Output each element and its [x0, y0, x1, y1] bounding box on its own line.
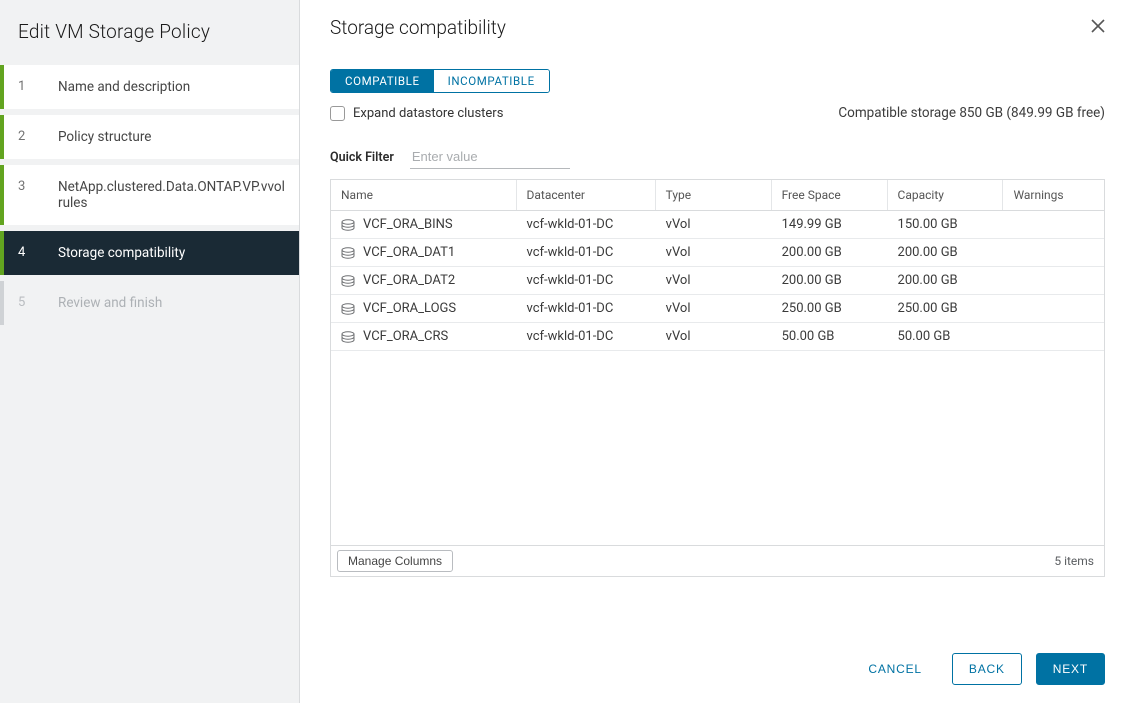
datastore-name: VCF_ORA_DAT2 — [363, 273, 455, 288]
col-free-space[interactable]: Free Space — [772, 180, 888, 210]
wizard-step-policy-structure[interactable]: 2 Policy structure — [0, 115, 299, 159]
cell-free-space: 200.00 GB — [772, 239, 888, 266]
step-number: 2 — [18, 129, 25, 144]
step-label: Policy structure — [38, 129, 281, 145]
step-label: Review and finish — [38, 295, 281, 311]
wizard-title: Edit VM Storage Policy — [0, 18, 299, 65]
col-type[interactable]: Type — [656, 180, 772, 210]
datastore-icon — [341, 275, 355, 287]
checkbox-icon[interactable] — [330, 106, 345, 121]
step-label: Storage compatibility — [38, 245, 281, 261]
grid-body[interactable]: VCF_ORA_BINSvcf-wkld-01-DCvVol149.99 GB1… — [331, 211, 1104, 545]
step-number: 3 — [18, 179, 25, 194]
table-row[interactable]: VCF_ORA_CRSvcf-wkld-01-DCvVol50.00 GB50.… — [331, 323, 1104, 351]
cell-warnings — [1003, 275, 1103, 287]
cell-type: vVol — [656, 239, 772, 266]
cell-name: VCF_ORA_BINS — [331, 211, 517, 238]
step-number: 4 — [18, 245, 25, 260]
cell-name: VCF_ORA_DAT1 — [331, 239, 517, 266]
datastore-name: VCF_ORA_DAT1 — [363, 245, 455, 260]
grid-header: Name Datacenter Type Free Space Capacity… — [331, 180, 1104, 211]
datastore-icon — [341, 331, 355, 343]
cell-free-space: 50.00 GB — [772, 323, 888, 350]
compatibility-tab-group: COMPATIBLE INCOMPATIBLE — [330, 69, 550, 93]
datastore-icon — [341, 247, 355, 259]
table-row[interactable]: VCF_ORA_BINS vcf-wkld-01-DCvVol149.99 GB1… — [331, 211, 1104, 239]
cell-free-space: 149.99 GB — [772, 211, 888, 238]
next-button[interactable]: NEXT — [1036, 653, 1105, 685]
step-number: 1 — [18, 79, 25, 94]
quick-filter-row: Quick Filter — [330, 145, 1105, 169]
step-number: 5 — [18, 295, 25, 310]
cell-warnings — [1003, 219, 1103, 231]
datastore-name: VCF_ORA_BINS — [363, 217, 453, 232]
expand-clusters-checkbox-wrap[interactable]: Expand datastore clusters — [330, 106, 503, 121]
quick-filter-label: Quick Filter — [330, 150, 394, 165]
wizard-main: Storage compatibility COMPATIBLE INCOMPA… — [300, 0, 1135, 703]
datastore-grid: Name Datacenter Type Free Space Capacity… — [330, 179, 1105, 577]
cell-type: vVol — [656, 295, 772, 322]
datastore-icon — [341, 303, 355, 315]
col-capacity[interactable]: Capacity — [888, 180, 1004, 210]
cell-name: VCF_ORA_LOGS — [331, 295, 517, 322]
cell-capacity: 250.00 GB — [888, 295, 1004, 322]
page-title: Storage compatibility — [330, 16, 506, 39]
wizard-step-vvol-rules[interactable]: 3 NetApp.clustered.Data.ONTAP.VP.vvol ru… — [0, 165, 299, 225]
wizard-step-name-description[interactable]: 1 Name and description — [0, 65, 299, 109]
cell-name: VCF_ORA_DAT2 — [331, 267, 517, 294]
table-row[interactable]: VCF_ORA_DAT1vcf-wkld-01-DCvVol200.00 GB2… — [331, 239, 1104, 267]
cell-warnings — [1003, 303, 1103, 315]
compat-tabs-row: COMPATIBLE INCOMPATIBLE — [330, 69, 1105, 93]
cell-warnings — [1003, 247, 1103, 259]
cell-datacenter: vcf-wkld-01-DC — [517, 295, 656, 322]
cell-type: vVol — [656, 267, 772, 294]
cell-capacity: 200.00 GB — [888, 239, 1004, 266]
expand-summary-row: Expand datastore clusters Compatible sto… — [330, 105, 1105, 121]
wizard-steps-list: 1 Name and description 2 Policy structur… — [0, 65, 299, 325]
datastore-icon — [341, 219, 355, 231]
wizard-step-storage-compatibility[interactable]: 4 Storage compatibility — [0, 231, 299, 275]
tab-compatible[interactable]: COMPATIBLE — [331, 70, 434, 92]
cell-datacenter: vcf-wkld-01-DC — [517, 239, 656, 266]
col-warnings[interactable]: Warnings — [1003, 180, 1103, 210]
back-button[interactable]: BACK — [952, 653, 1022, 685]
cell-capacity: 50.00 GB — [888, 323, 1004, 350]
datastore-name: VCF_ORA_LOGS — [363, 301, 456, 316]
table-row[interactable]: VCF_ORA_LOGSvcf-wkld-01-DCvVol250.00 GB2… — [331, 295, 1104, 323]
cancel-button[interactable]: CANCEL — [852, 654, 937, 684]
cell-capacity: 200.00 GB — [888, 267, 1004, 294]
wizard-sidebar: Edit VM Storage Policy 1 Name and descri… — [0, 0, 300, 703]
compatible-storage-summary: Compatible storage 850 GB (849.99 GB fre… — [838, 105, 1105, 121]
quick-filter-input[interactable] — [410, 145, 570, 169]
grid-footer: Manage Columns 5 items — [331, 545, 1104, 576]
tab-incompatible[interactable]: INCOMPATIBLE — [434, 70, 549, 92]
col-name[interactable]: Name — [331, 180, 517, 210]
cell-name: VCF_ORA_CRS — [331, 323, 517, 350]
cell-warnings — [1003, 331, 1103, 343]
close-icon[interactable] — [1091, 19, 1105, 37]
cell-free-space: 250.00 GB — [772, 295, 888, 322]
grid-item-count: 5 items — [1054, 554, 1094, 568]
wizard-step-review-finish: 5 Review and finish — [0, 281, 299, 325]
cell-type: vVol — [656, 323, 772, 350]
wizard-footer: CANCEL BACK NEXT — [330, 611, 1105, 685]
table-row[interactable]: VCF_ORA_DAT2vcf-wkld-01-DCvVol200.00 GB2… — [331, 267, 1104, 295]
datastore-name: VCF_ORA_CRS — [363, 329, 448, 344]
cell-free-space: 200.00 GB — [772, 267, 888, 294]
cell-datacenter: vcf-wkld-01-DC — [517, 323, 656, 350]
expand-clusters-label: Expand datastore clusters — [353, 106, 503, 121]
cell-type: vVol — [656, 211, 772, 238]
main-header: Storage compatibility — [330, 16, 1105, 39]
step-label: Name and description — [38, 79, 281, 95]
step-label: NetApp.clustered.Data.ONTAP.VP.vvol rule… — [38, 179, 281, 211]
manage-columns-button[interactable]: Manage Columns — [337, 550, 453, 572]
col-datacenter[interactable]: Datacenter — [517, 180, 656, 210]
cell-capacity: 150.00 GB — [888, 211, 1004, 238]
cell-datacenter: vcf-wkld-01-DC — [517, 267, 656, 294]
cell-datacenter: vcf-wkld-01-DC — [517, 211, 656, 238]
